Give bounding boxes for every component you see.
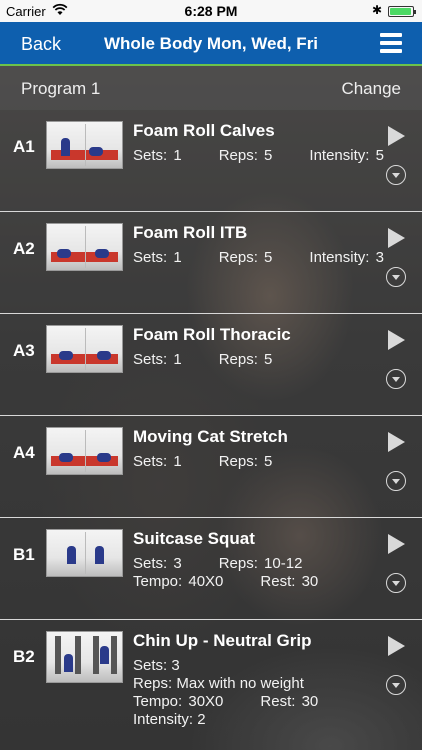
exercise-name: Foam Roll ITB [133, 223, 248, 242]
hamburger-menu-icon[interactable] [380, 33, 402, 53]
exercise-thumbnail [46, 121, 123, 169]
play-icon[interactable] [388, 126, 405, 146]
expand-icon[interactable] [386, 573, 406, 593]
exercise-detail-line: Sets: 1 Reps: 5 Intensity: 3 [133, 249, 384, 266]
exercise-row[interactable]: A1 Foam Roll Calves Sets: 1 Reps: 5 Inte… [0, 110, 422, 212]
exercise-thumbnail [46, 223, 123, 271]
play-icon[interactable] [388, 330, 405, 350]
bluetooth-icon: ✱ [371, 3, 382, 17]
exercise-thumbnail [46, 631, 123, 683]
play-icon[interactable] [388, 432, 405, 452]
status-time: 6:28 PM [184, 3, 238, 19]
expand-icon[interactable] [386, 267, 406, 287]
exercise-list: A1 Foam Roll Calves Sets: 1 Reps: 5 Inte… [0, 110, 422, 750]
battery-fill [390, 8, 411, 15]
exercise-detail-line: Sets: 1 Reps: 5 Intensity: 5 [133, 147, 384, 164]
exercise-name: Moving Cat Stretch [133, 427, 288, 446]
exercise-code: A4 [13, 443, 35, 462]
play-icon[interactable] [388, 534, 405, 554]
expand-icon[interactable] [386, 675, 406, 695]
exercise-detail-line: Sets: 3 [133, 657, 180, 674]
change-program-button[interactable]: Change [341, 79, 401, 99]
exercise-code: B2 [13, 647, 35, 666]
exercise-row[interactable]: B2 Chin Up - Neutral Grip Sets: 3 Reps: … [0, 620, 422, 750]
play-icon[interactable] [388, 228, 405, 248]
exercise-code: A3 [13, 341, 35, 360]
exercise-detail-line: Intensity: 2 [133, 711, 206, 728]
program-name: Program 1 [21, 79, 101, 98]
exercise-code: B1 [13, 545, 35, 564]
exercise-thumbnail [46, 427, 123, 475]
exercise-detail-line: Tempo: 30X0 Rest: 30 [133, 693, 319, 710]
exercise-thumbnail [46, 325, 123, 373]
status-bar: Carrier 6:28 PM ✱ [0, 0, 422, 22]
exercise-name: Foam Roll Calves [133, 121, 275, 140]
exercise-row[interactable]: A3 Foam Roll Thoracic Sets: 1 Reps: 5 [0, 314, 422, 416]
battery-icon [388, 6, 416, 17]
program-bar: Program 1 Change [0, 66, 422, 110]
exercise-name: Suitcase Squat [133, 529, 255, 548]
exercise-row[interactable]: A2 Foam Roll ITB Sets: 1 Reps: 5 Intensi… [0, 212, 422, 314]
expand-icon[interactable] [386, 471, 406, 491]
exercise-thumbnail [46, 529, 123, 577]
exercise-row[interactable]: B1 Suitcase Squat Sets: 3 Reps: 10-12 Te… [0, 518, 422, 620]
exercise-name: Chin Up - Neutral Grip [133, 631, 312, 650]
exercise-detail-line: Reps: Max with no weight [133, 675, 304, 692]
exercise-detail-line: Sets: 3 Reps: 10-12 [133, 555, 303, 572]
exercise-name: Foam Roll Thoracic [133, 325, 291, 344]
exercise-row[interactable]: A4 Moving Cat Stretch Sets: 1 Reps: 5 [0, 416, 422, 518]
play-icon[interactable] [388, 636, 405, 656]
exercise-code: A1 [13, 137, 35, 156]
expand-icon[interactable] [386, 165, 406, 185]
page-title: Whole Body Mon, Wed, Fri [103, 34, 319, 53]
expand-icon[interactable] [386, 369, 406, 389]
navigation-bar: Back Whole Body Mon, Wed, Fri [0, 22, 422, 66]
exercise-detail-line: Sets: 1 Reps: 5 [133, 453, 273, 470]
exercise-detail-line: Sets: 1 Reps: 5 [133, 351, 273, 368]
exercise-code: A2 [13, 239, 35, 258]
exercise-detail-line: Tempo: 40X0 Rest: 30 [133, 573, 319, 590]
